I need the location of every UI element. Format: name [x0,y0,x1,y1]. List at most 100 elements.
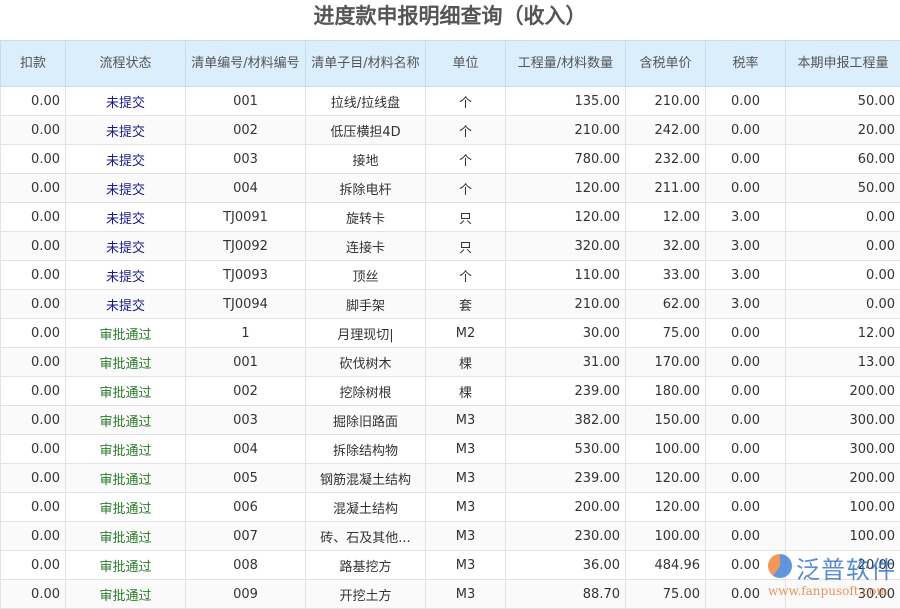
cell-unit-price: 150.00 [626,406,706,435]
cell-status: 审批通过 [66,464,186,493]
cell-tax-rate: 0.00 [706,522,786,551]
table-row[interactable]: 0.00未提交003接地个780.00232.000.0060.00 [1,145,900,174]
column-header-deduction[interactable]: 扣款 [1,41,66,87]
cell-item-code: TJ0091 [186,203,306,232]
cell-unit-price: 12.00 [626,203,706,232]
cell-quantity: 120.00 [506,174,626,203]
cell-quantity: 780.00 [506,145,626,174]
cell-item-name: 混凝土结构 [306,493,426,522]
cell-status: 审批通过 [66,493,186,522]
cell-declared-quantity: 0.00 [786,290,900,319]
cell-quantity: 36.00 [506,551,626,580]
cell-declared-quantity: 30.00 [786,580,900,609]
cell-item-code: 002 [186,116,306,145]
cell-quantity: 239.00 [506,377,626,406]
cell-deduction: 0.00 [1,348,66,377]
cell-unit-price: 62.00 [626,290,706,319]
table-row[interactable]: 0.00审批通过1月理现切|M230.0075.000.0012.00 [1,319,900,348]
cell-item-code: TJ0094 [186,290,306,319]
table-row[interactable]: 0.00未提交TJ0092连接卡只320.0032.003.000.00 [1,232,900,261]
cell-unit-price: 120.00 [626,493,706,522]
cell-item-code: 003 [186,406,306,435]
cell-unit: 个 [426,87,506,116]
cell-deduction: 0.00 [1,116,66,145]
table-row[interactable]: 0.00审批通过002挖除树根棵239.00180.000.00200.00 [1,377,900,406]
column-header-declared-quantity[interactable]: 本期申报工程量 [786,41,900,87]
table-row[interactable]: 0.00未提交TJ0094脚手架套210.0062.003.000.00 [1,290,900,319]
cell-status: 未提交 [66,116,186,145]
table-row[interactable]: 0.00审批通过001砍伐树木棵31.00170.000.0013.00 [1,348,900,377]
cell-item-name: 拆除结构物 [306,435,426,464]
cell-declared-quantity: 12.00 [786,319,900,348]
cell-item-code: TJ0093 [186,261,306,290]
cell-item-name: 旋转卡 [306,203,426,232]
cell-quantity: 30.00 [506,319,626,348]
cell-tax-rate: 0.00 [706,116,786,145]
cell-quantity: 320.00 [506,232,626,261]
cell-tax-rate: 3.00 [706,290,786,319]
cell-unit: 只 [426,232,506,261]
column-header-item-name[interactable]: 清单子目/材料名称 [306,41,426,87]
cell-tax-rate: 0.00 [706,348,786,377]
cell-deduction: 0.00 [1,261,66,290]
cell-status: 审批通过 [66,348,186,377]
cell-unit-price: 100.00 [626,522,706,551]
cell-unit: M3 [426,493,506,522]
cell-quantity: 382.00 [506,406,626,435]
cell-item-code: 004 [186,435,306,464]
cell-declared-quantity: 20.00 [786,116,900,145]
table-row[interactable]: 0.00审批通过005钢筋混凝土结构M3239.00120.000.00200.… [1,464,900,493]
cell-item-code: 003 [186,145,306,174]
cell-declared-quantity: 50.00 [786,174,900,203]
table-row[interactable]: 0.00未提交TJ0091旋转卡只120.0012.003.000.00 [1,203,900,232]
cell-unit-price: 484.96 [626,551,706,580]
cell-quantity: 110.00 [506,261,626,290]
cell-item-name: 挖除树根 [306,377,426,406]
table-row[interactable]: 0.00未提交001拉线/拉线盘个135.00210.000.0050.00 [1,87,900,116]
column-header-item-code[interactable]: 清单编号/材料编号 [186,41,306,87]
cell-quantity: 31.00 [506,348,626,377]
column-header-unit-price[interactable]: 含税单价 [626,41,706,87]
table-row[interactable]: 0.00审批通过008路基挖方M336.00484.960.0020.00 [1,551,900,580]
cell-quantity: 120.00 [506,203,626,232]
table-row[interactable]: 0.00未提交004拆除电杆个120.00211.000.0050.00 [1,174,900,203]
table-row[interactable]: 0.00审批通过006混凝土结构M3200.00120.000.00100.00 [1,493,900,522]
cell-deduction: 0.00 [1,551,66,580]
cell-tax-rate: 3.00 [706,203,786,232]
cell-quantity: 239.00 [506,464,626,493]
cell-status: 未提交 [66,203,186,232]
cell-declared-quantity: 200.00 [786,377,900,406]
table-row[interactable]: 0.00审批通过007砖、石及其他...M3230.00100.000.0010… [1,522,900,551]
column-header-unit[interactable]: 单位 [426,41,506,87]
table-row[interactable]: 0.00审批通过009开挖土方M388.7075.000.0030.00 [1,580,900,609]
cell-quantity: 200.00 [506,493,626,522]
cell-quantity: 210.00 [506,116,626,145]
cell-unit: 个 [426,145,506,174]
cell-item-name: 砖、石及其他... [306,522,426,551]
table-row[interactable]: 0.00审批通过003掘除旧路面M3382.00150.000.00300.00 [1,406,900,435]
table-row[interactable]: 0.00审批通过004拆除结构物M3530.00100.000.00300.00 [1,435,900,464]
column-header-status[interactable]: 流程状态 [66,41,186,87]
column-header-tax-rate[interactable]: 税率 [706,41,786,87]
cell-item-name: 顶丝 [306,261,426,290]
cell-unit-price: 75.00 [626,319,706,348]
table-row[interactable]: 0.00未提交TJ0093顶丝个110.0033.003.000.00 [1,261,900,290]
cell-deduction: 0.00 [1,464,66,493]
cell-item-code: 007 [186,522,306,551]
cell-unit: M3 [426,551,506,580]
cell-unit-price: 211.00 [626,174,706,203]
cell-tax-rate: 0.00 [706,174,786,203]
cell-unit: 个 [426,174,506,203]
cell-quantity: 210.00 [506,290,626,319]
cell-item-name: 拆除电杆 [306,174,426,203]
cell-declared-quantity: 0.00 [786,261,900,290]
cell-item-code: 009 [186,580,306,609]
cell-declared-quantity: 20.00 [786,551,900,580]
cell-status: 未提交 [66,232,186,261]
cell-deduction: 0.00 [1,580,66,609]
column-header-quantity[interactable]: 工程量/材料数量 [506,41,626,87]
cell-declared-quantity: 100.00 [786,493,900,522]
cell-deduction: 0.00 [1,319,66,348]
cell-declared-quantity: 60.00 [786,145,900,174]
table-row[interactable]: 0.00未提交002低压横担4D个210.00242.000.0020.00 [1,116,900,145]
